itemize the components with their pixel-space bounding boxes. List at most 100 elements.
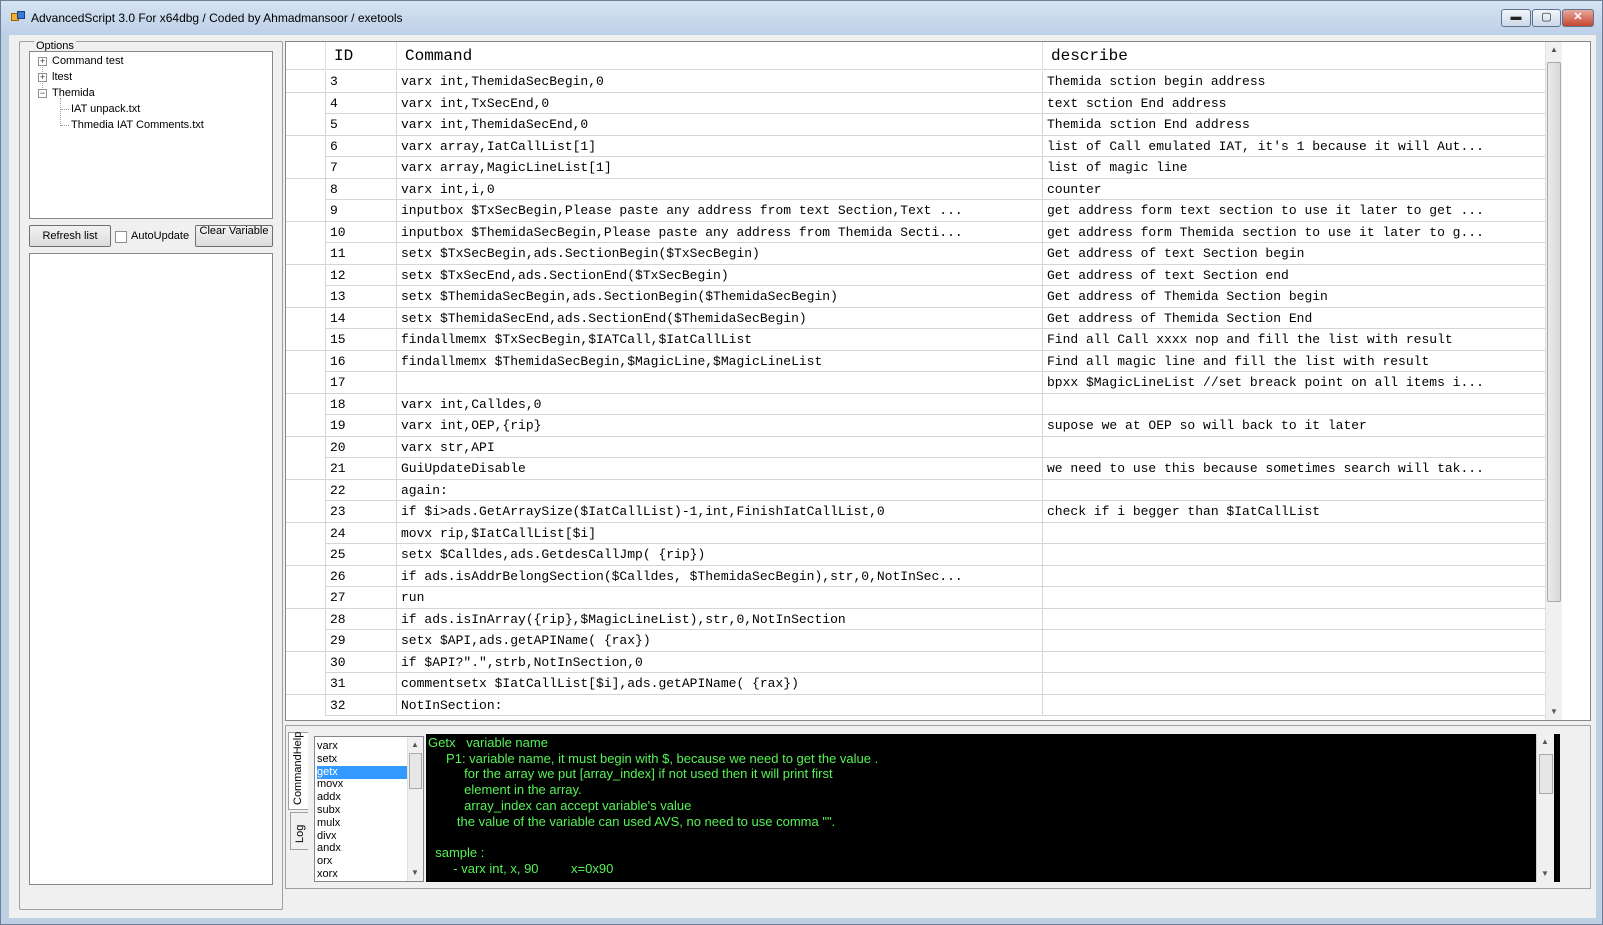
cell-id[interactable]: 22 bbox=[326, 479, 397, 501]
cell-command[interactable]: findallmemx $TxSecBegin,$IATCall,$IatCal… bbox=[397, 329, 1043, 350]
table-row[interactable]: 28 if ads.isInArray({rip},$MagicLineList)… bbox=[286, 608, 1546, 630]
cell-command[interactable]: varx str,API bbox=[397, 436, 1043, 458]
table-row[interactable]: 18 varx int,Calldes,0 bbox=[286, 393, 1546, 415]
cell-id[interactable]: 8 bbox=[326, 178, 397, 200]
close-button[interactable]: ✕ bbox=[1562, 9, 1594, 27]
cell-command[interactable]: varx int,Calldes,0 bbox=[397, 393, 1043, 415]
tree-item-thmedia-iat-comments[interactable]: Thmedia IAT Comments.txt bbox=[71, 118, 204, 132]
tab-commandhelp[interactable]: CommandHelp bbox=[288, 732, 308, 810]
row-header[interactable] bbox=[286, 522, 326, 544]
row-header[interactable] bbox=[286, 71, 326, 92]
cell-command[interactable]: varx array,MagicLineList[1] bbox=[397, 157, 1043, 178]
table-row[interactable]: 5 varx int,ThemidaSecEnd,0 Themida sction … bbox=[286, 114, 1546, 136]
script-tree[interactable]: + Command test + ltest − Themida IAT unp… bbox=[29, 51, 273, 219]
cell-command[interactable]: commentsetx $IatCallList[$i],ads.getAPIN… bbox=[397, 673, 1043, 694]
scroll-down-icon[interactable]: ▼ bbox=[1546, 704, 1562, 720]
row-header[interactable] bbox=[286, 651, 326, 673]
cell-id[interactable]: 29 bbox=[326, 630, 397, 651]
row-header[interactable] bbox=[286, 157, 326, 178]
row-header[interactable] bbox=[286, 436, 326, 458]
cell-command[interactable]: setx $ThemidaSecEnd,ads.SectionEnd($Them… bbox=[397, 307, 1043, 329]
scroll-thumb[interactable] bbox=[1547, 62, 1561, 602]
command-list-item[interactable]: getx bbox=[317, 765, 407, 779]
cell-id[interactable]: 31 bbox=[326, 673, 397, 694]
cell-describe[interactable] bbox=[1043, 694, 1546, 716]
table-row[interactable]: 12 setx $TxSecEnd,ads.SectionEnd($TxSecBe… bbox=[286, 264, 1546, 286]
table-row[interactable]: 15 findallmemx $TxSecBegin,$IATCall,$IatC… bbox=[286, 329, 1546, 351]
cell-id[interactable]: 3 bbox=[326, 71, 397, 92]
cell-id[interactable]: 7 bbox=[326, 157, 397, 178]
table-row[interactable]: 10 inputbox $ThemidaSecBegin,Please paste… bbox=[286, 221, 1546, 243]
cell-id[interactable]: 24 bbox=[326, 522, 397, 544]
table-row[interactable]: 25 setx $Calldes,ads.GetdesCallJmp( {rip}… bbox=[286, 544, 1546, 566]
scroll-thumb[interactable] bbox=[409, 753, 422, 789]
row-header[interactable] bbox=[286, 350, 326, 372]
table-row[interactable]: 24 movx rip,$IatCallList[$i] bbox=[286, 522, 1546, 544]
scroll-up-icon[interactable]: ▲ bbox=[408, 737, 422, 753]
row-header[interactable] bbox=[286, 415, 326, 436]
column-header-id[interactable]: ID bbox=[326, 42, 397, 70]
cell-describe[interactable]: counter bbox=[1043, 178, 1546, 200]
command-list-item[interactable]: xorx bbox=[317, 868, 407, 881]
table-row[interactable]: 16 findallmemx $ThemidaSecBegin,$MagicLin… bbox=[286, 350, 1546, 372]
row-header[interactable] bbox=[286, 458, 326, 479]
row-header[interactable] bbox=[286, 243, 326, 264]
command-list-item[interactable]: mulx bbox=[317, 817, 407, 830]
cell-describe[interactable] bbox=[1043, 673, 1546, 694]
table-row[interactable]: 29 setx $API,ads.getAPIName( {rax}) bbox=[286, 630, 1546, 652]
cell-describe[interactable] bbox=[1043, 630, 1546, 651]
command-list-item[interactable]: setx bbox=[317, 753, 407, 766]
cell-describe[interactable] bbox=[1043, 393, 1546, 415]
table-row[interactable]: 23 if $i>ads.GetArraySize($IatCallList)-1… bbox=[286, 501, 1546, 523]
cell-command[interactable]: again: bbox=[397, 479, 1043, 501]
cell-id[interactable]: 26 bbox=[326, 565, 397, 587]
table-row[interactable]: 11 setx $TxSecBegin,ads.SectionBegin($TxS… bbox=[286, 243, 1546, 265]
command-list-item[interactable]: addx bbox=[317, 791, 407, 804]
row-header[interactable] bbox=[286, 286, 326, 307]
cell-describe[interactable] bbox=[1043, 479, 1546, 501]
table-row[interactable]: 21 GuiUpdateDisable we need to use this be… bbox=[286, 458, 1546, 480]
scroll-down-icon[interactable]: ▼ bbox=[408, 865, 422, 881]
cell-command[interactable]: movx rip,$IatCallList[$i] bbox=[397, 522, 1043, 544]
cell-describe[interactable]: get address form Themida section to use … bbox=[1043, 221, 1546, 243]
row-header[interactable] bbox=[286, 565, 326, 587]
cell-command[interactable] bbox=[397, 372, 1043, 393]
cell-describe[interactable]: check if i begger than $IatCallList bbox=[1043, 501, 1546, 522]
row-header[interactable] bbox=[286, 307, 326, 329]
table-row[interactable]: 19 varx int,OEP,{rip} supose we at OEP so … bbox=[286, 415, 1546, 437]
scroll-thumb[interactable] bbox=[1539, 754, 1553, 794]
row-header[interactable] bbox=[286, 329, 326, 350]
cell-describe[interactable]: Themida sction begin address bbox=[1043, 71, 1546, 92]
cell-id[interactable]: 6 bbox=[326, 135, 397, 157]
grid-scrollbar[interactable]: ▲ ▼ bbox=[1545, 42, 1562, 720]
cell-describe[interactable]: Get address of text Section begin bbox=[1043, 243, 1546, 264]
row-header[interactable] bbox=[286, 479, 326, 501]
column-header-describe[interactable]: describe bbox=[1043, 42, 1546, 70]
collapse-icon[interactable]: − bbox=[38, 89, 47, 98]
command-list-item[interactable]: movx bbox=[317, 778, 407, 791]
table-row[interactable]: 14 setx $ThemidaSecEnd,ads.SectionEnd($Th… bbox=[286, 307, 1546, 329]
cell-describe[interactable] bbox=[1043, 587, 1546, 608]
cell-command[interactable]: setx $API,ads.getAPIName( {rax}) bbox=[397, 630, 1043, 651]
cell-describe[interactable]: get address form text section to use it … bbox=[1043, 200, 1546, 221]
cell-id[interactable]: 5 bbox=[326, 114, 397, 135]
row-header[interactable] bbox=[286, 587, 326, 608]
cell-describe[interactable]: Get address of text Section end bbox=[1043, 264, 1546, 286]
cell-command[interactable]: varx int,TxSecEnd,0 bbox=[397, 92, 1043, 114]
cell-id[interactable]: 18 bbox=[326, 393, 397, 415]
command-list-item[interactable]: varx bbox=[317, 740, 407, 753]
scroll-down-icon[interactable]: ▼ bbox=[1537, 866, 1553, 882]
cell-describe[interactable]: supose we at OEP so will back to it late… bbox=[1043, 415, 1546, 436]
cell-command[interactable]: if $API?".",strb,NotInSection,0 bbox=[397, 651, 1043, 673]
cell-describe[interactable]: bpxx $MagicLineList //set breack point o… bbox=[1043, 372, 1546, 393]
cell-id[interactable]: 21 bbox=[326, 458, 397, 479]
cell-id[interactable]: 19 bbox=[326, 415, 397, 436]
clear-variable-button[interactable]: Clear Variable bbox=[195, 225, 273, 247]
command-list-item[interactable]: divx bbox=[317, 830, 407, 843]
cell-id[interactable]: 20 bbox=[326, 436, 397, 458]
command-help-text[interactable]: Getx variable name P1: variable name, it… bbox=[426, 734, 1560, 882]
row-header[interactable] bbox=[286, 221, 326, 243]
cell-describe[interactable] bbox=[1043, 436, 1546, 458]
table-row[interactable]: 6 varx array,IatCallList[1] list of Call e… bbox=[286, 135, 1546, 157]
script-grid[interactable]: ID Command describe 3 varx int,ThemidaSec… bbox=[285, 41, 1591, 721]
